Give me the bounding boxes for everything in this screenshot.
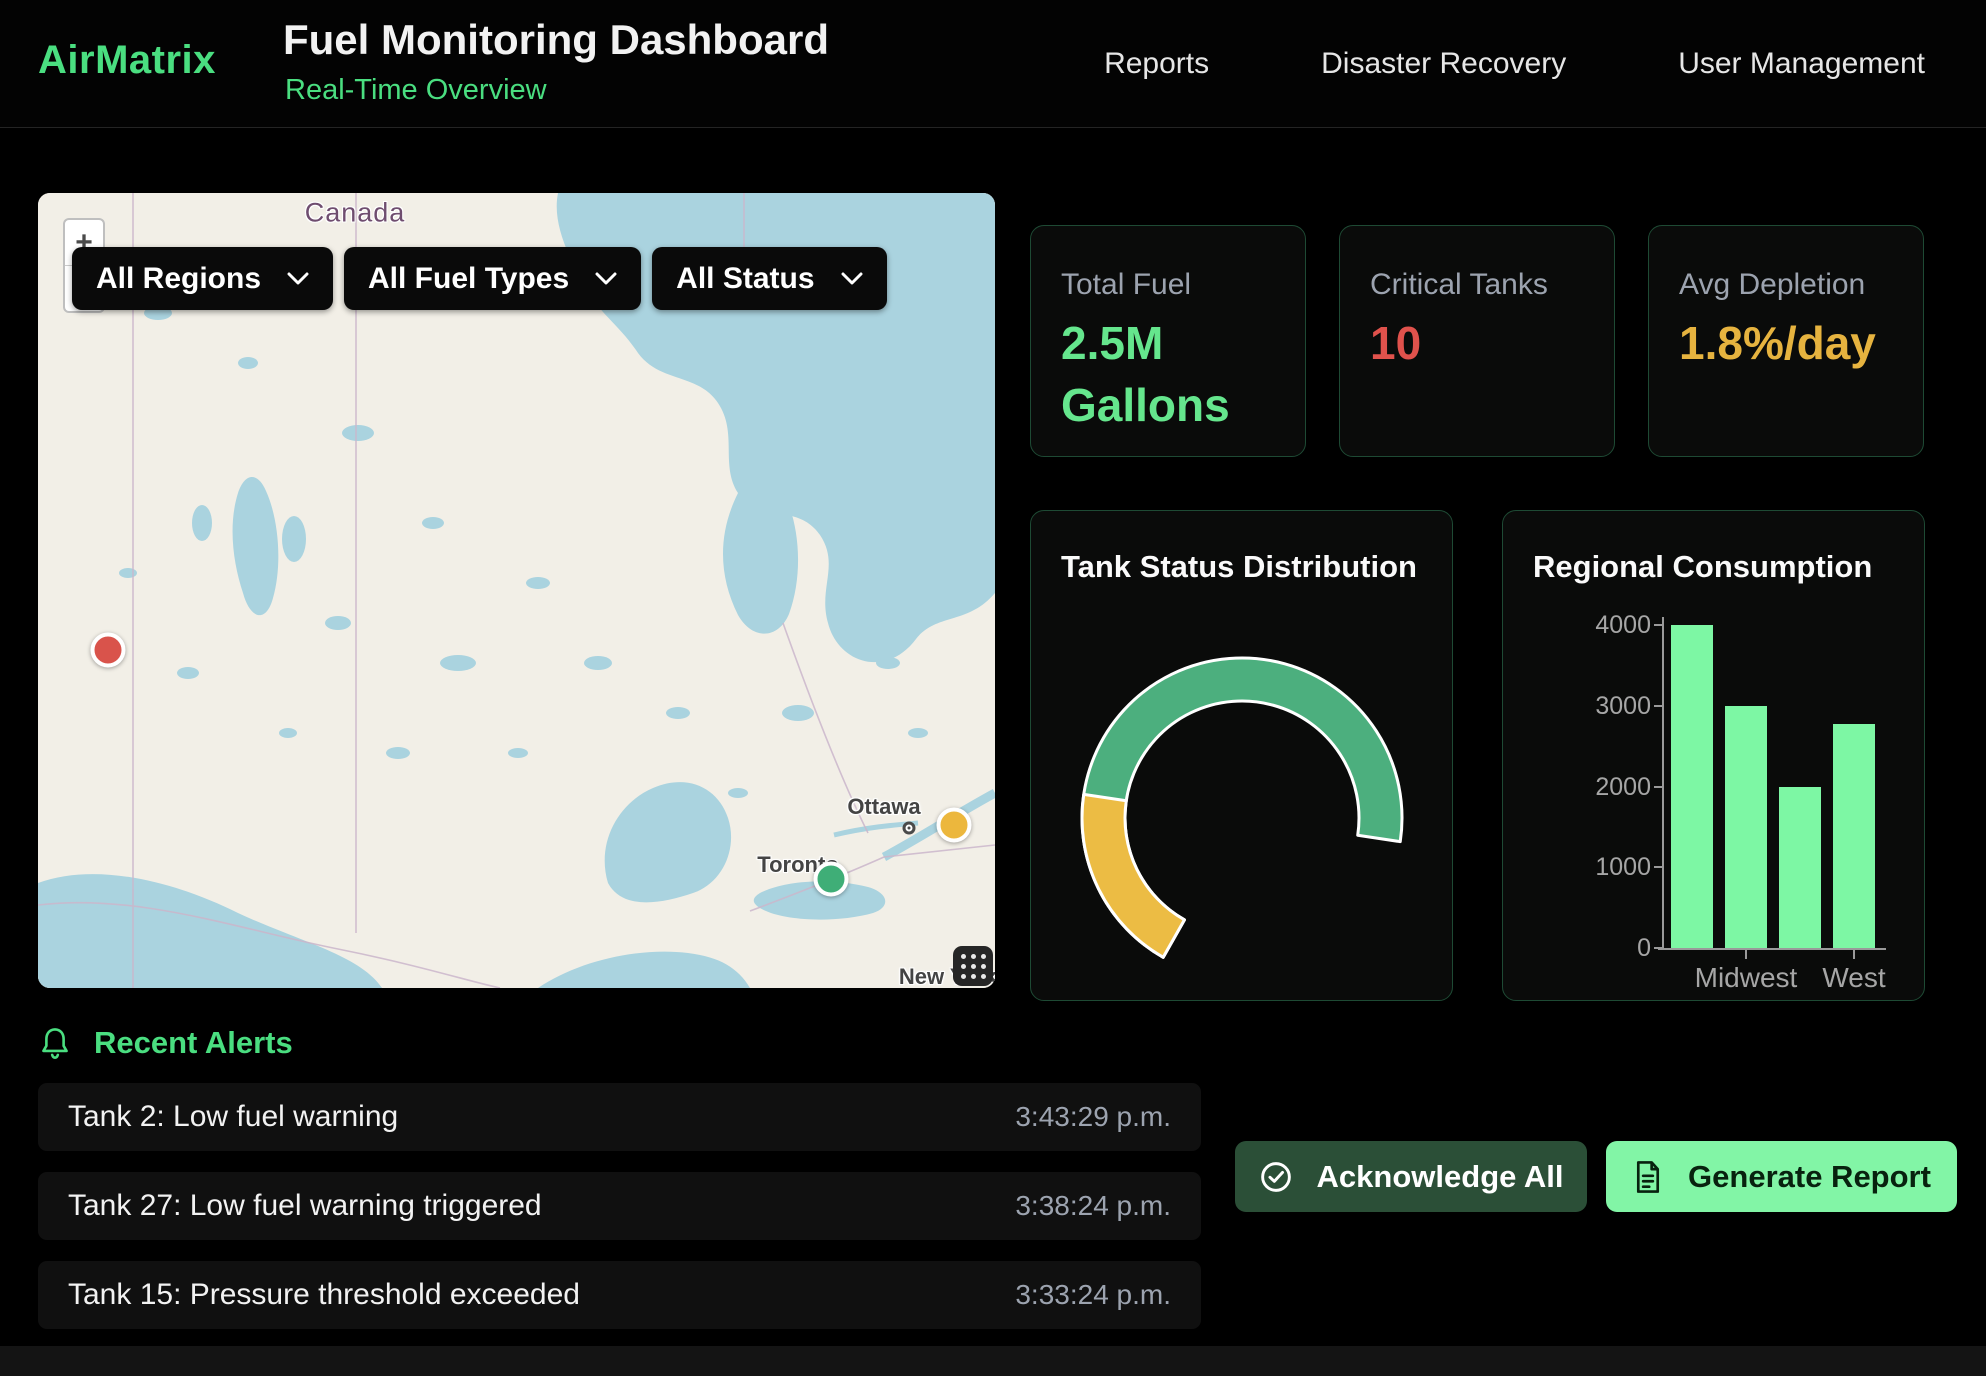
ottawa-town-dot [903,822,916,835]
regional-consumption-bar-chart: 01000200030004000MidwestWest [1503,511,1926,1002]
chevron-down-icon [841,272,863,286]
donut-slice-warning [1082,794,1184,957]
filter-value: All Fuel Types [368,262,569,296]
nav-reports[interactable]: Reports [1104,47,1209,81]
stat-card-total-fuel: Total Fuel 2.5M Gallons [1030,225,1306,457]
alert-message: Tank 2: Low fuel warning [68,1100,398,1134]
map-region-label: Canada [305,198,406,229]
bar-chart-y-axis [1662,617,1664,950]
alerts-title: Recent Alerts [94,1025,293,1061]
alert-timestamp: 3:33:24 p.m. [1015,1279,1171,1311]
tank-status-card: Tank Status Distribution [1030,510,1453,1001]
stat-label: Total Fuel [1061,268,1275,302]
bar-chart-ytick-mark [1654,947,1663,949]
stat-label: Avg Depletion [1679,268,1893,302]
chevron-down-icon [287,272,309,286]
page-subtitle: Real-Time Overview [285,74,547,107]
stat-value: 2.5M Gallons [1061,312,1246,436]
alert-row[interactable]: Tank 2: Low fuel warning 3:43:29 p.m. [38,1083,1201,1151]
alert-message: Tank 27: Low fuel warning triggered [68,1189,542,1223]
alert-message: Tank 15: Pressure threshold exceeded [68,1278,580,1312]
map-city-label-ottawa: Ottawa [847,794,920,820]
alerts-header: Recent Alerts [40,1025,293,1061]
filter-value: All Regions [96,262,261,296]
map-canvas [38,193,995,988]
acknowledge-all-label: Acknowledge All [1317,1159,1564,1195]
page-title: Fuel Monitoring Dashboard [283,16,829,64]
document-icon [1632,1160,1664,1194]
bar-chart-ytick-label: 3000 [1511,692,1651,721]
bottom-strip [0,1346,1986,1376]
bar-chart-ytick-label: 4000 [1511,611,1651,640]
filter-all-fuel-types[interactable]: All Fuel Types [344,247,641,310]
chevron-down-icon [595,272,617,286]
bar-chart-ytick-label: 1000 [1511,853,1651,882]
nav-disaster-recovery[interactable]: Disaster Recovery [1321,47,1566,81]
alert-row[interactable]: Tank 27: Low fuel warning triggered 3:38:… [38,1172,1201,1240]
tank-marker-normal[interactable] [814,862,849,897]
filter-value: All Status [676,262,814,296]
nav-user-management[interactable]: User Management [1678,47,1925,81]
alert-row[interactable]: Tank 15: Pressure threshold exceeded 3:33… [38,1261,1201,1329]
tank-marker-critical[interactable] [91,633,126,668]
alert-timestamp: 3:43:29 p.m. [1015,1101,1171,1133]
generate-report-button[interactable]: Generate Report [1606,1141,1957,1212]
bar-chart-ytick-mark [1654,624,1663,626]
drag-handle-icon[interactable] [953,946,993,986]
bar-chart-xtick-mark [1853,950,1855,959]
check-circle-icon [1259,1160,1293,1194]
stat-label: Critical Tanks [1370,268,1584,302]
stat-value: 10 [1370,312,1555,374]
bar-region-1 [1671,625,1713,948]
bar-midwest [1725,706,1767,948]
bar-chart-xtick-mark [1745,950,1747,959]
map-filters: All Regions All Fuel Types All Status [72,247,887,310]
bar-chart-ytick-mark [1654,705,1663,707]
bar-chart-ytick-mark [1654,866,1663,868]
fuel-map[interactable]: Canada Ottawa Toronto New York + − All R… [38,193,995,988]
tank-status-donut-chart [1031,511,1454,1002]
bar-chart-ytick-label: 2000 [1511,773,1651,802]
main-nav: Reports Disaster Recovery User Management [1104,0,1925,127]
tank-marker-warning[interactable] [937,808,972,843]
bar-region-3 [1779,787,1821,949]
acknowledge-all-button[interactable]: Acknowledge All [1235,1141,1587,1212]
bell-icon [40,1026,70,1060]
brand-logo[interactable]: AirMatrix [38,38,216,83]
stat-card-avg-depletion: Avg Depletion 1.8%/day [1648,225,1924,457]
filter-all-status[interactable]: All Status [652,247,886,310]
header: AirMatrix Fuel Monitoring Dashboard Real… [0,0,1986,128]
alert-timestamp: 3:38:24 p.m. [1015,1190,1171,1222]
bar-chart-ytick-label: 0 [1511,934,1651,963]
regional-consumption-card: Regional Consumption 01000200030004000Mi… [1502,510,1925,1001]
bar-chart-xtick-label: West [1774,962,1934,994]
filter-all-regions[interactable]: All Regions [72,247,333,310]
stat-value: 1.8%/day [1679,312,1864,374]
bar-chart-x-axis [1658,948,1886,950]
generate-report-label: Generate Report [1688,1159,1931,1195]
bar-west [1833,724,1875,948]
stat-card-critical-tanks: Critical Tanks 10 [1339,225,1615,457]
bar-chart-ytick-mark [1654,786,1663,788]
